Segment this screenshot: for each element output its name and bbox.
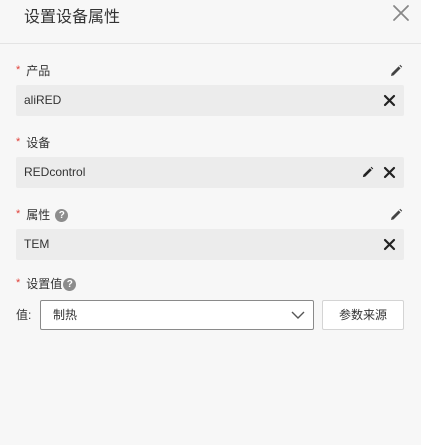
product-edit-button[interactable]: [389, 64, 403, 78]
set-value-label: * 设置值 ?: [16, 276, 77, 292]
selected-value: 制热: [53, 308, 78, 322]
required-mark: *: [16, 277, 21, 289]
help-icon[interactable]: ?: [63, 277, 77, 291]
close-icon: [393, 5, 409, 21]
device-label: * 设备: [16, 135, 50, 151]
x-icon: [383, 238, 396, 251]
param-source-button[interactable]: 参数来源: [322, 300, 404, 330]
dialog-header: 设置设备属性: [0, 0, 421, 44]
property-label: * 属性 ?: [16, 207, 69, 223]
property-clear-button[interactable]: [383, 238, 396, 251]
property-field[interactable]: TEM: [16, 229, 404, 260]
device-clear-button[interactable]: [383, 166, 396, 179]
set-value-label-text: 设置值: [26, 277, 63, 291]
property-edit-button[interactable]: [389, 208, 403, 222]
product-clear-button[interactable]: [383, 94, 396, 107]
device-value: REDcontrol: [24, 165, 86, 179]
set-value-select[interactable]: 制热: [40, 300, 314, 330]
pencil-icon: [391, 208, 403, 220]
property-label-text: 属性: [26, 208, 51, 222]
pencil-icon: [391, 64, 403, 76]
product-field[interactable]: aliRED: [16, 85, 404, 116]
property-value: TEM: [24, 237, 50, 251]
x-icon: [383, 94, 396, 107]
value-prefix-label: 值:: [16, 308, 32, 322]
dialog-title: 设置设备属性: [24, 9, 121, 26]
pencil-icon: [362, 166, 374, 178]
product-label: * 产品: [16, 63, 50, 79]
product-label-text: 产品: [26, 64, 51, 78]
device-label-text: 设备: [26, 136, 51, 150]
close-button[interactable]: [390, 2, 412, 24]
device-field[interactable]: REDcontrol: [16, 157, 404, 188]
required-mark: *: [16, 136, 21, 148]
help-icon[interactable]: ?: [55, 208, 69, 222]
required-mark: *: [16, 208, 21, 220]
x-icon: [383, 166, 396, 179]
required-mark: *: [16, 64, 21, 76]
chevron-down-icon: [291, 311, 305, 319]
product-value: aliRED: [24, 93, 62, 107]
device-edit-button[interactable]: [361, 166, 374, 179]
